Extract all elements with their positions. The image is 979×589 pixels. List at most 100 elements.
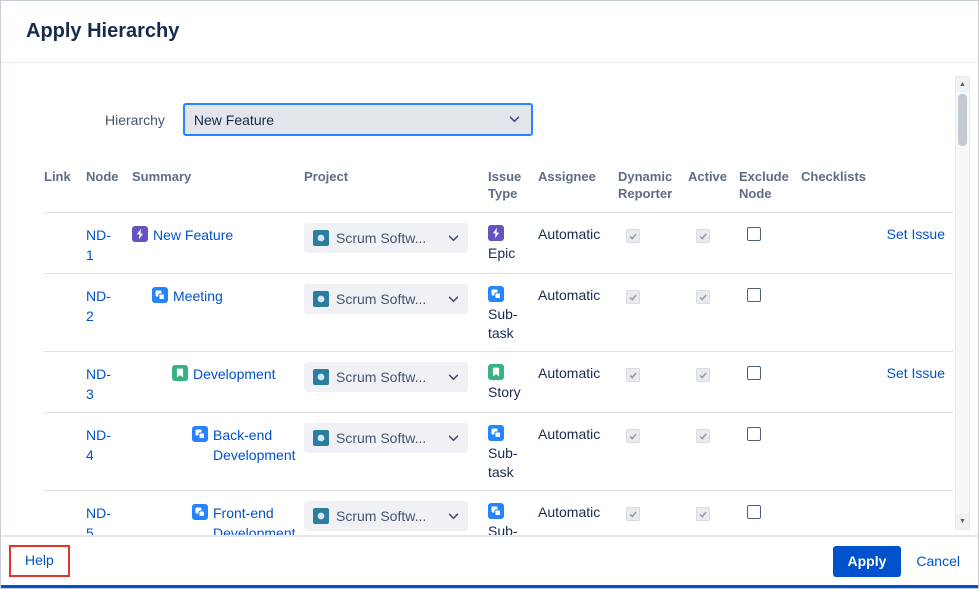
exclude-node-checkbox[interactable] [747, 288, 761, 302]
scrollbar-thumb[interactable] [958, 94, 967, 146]
exclude-node-cell [739, 352, 801, 412]
issue-type-cell: Sub-task [488, 274, 538, 351]
dynamic-reporter-checkbox [626, 229, 640, 243]
story-icon [488, 364, 530, 380]
issue-type-label: Sub-task [488, 305, 530, 343]
summary-cell: Front-end Development [132, 491, 304, 535]
scroll-down-arrow[interactable]: ▼ [956, 514, 969, 529]
summary-link[interactable]: Back-end Development [213, 425, 304, 465]
summary-cell: Back-end Development [132, 413, 304, 490]
active-checkbox [696, 429, 710, 443]
table-row: ND-1 New Feature Scrum Softw... Epic Automat… [44, 212, 953, 273]
node-link[interactable]: ND-1 [86, 225, 116, 265]
checklists-cell: Set Issue [801, 352, 953, 412]
table-row: ND-2 Meeting Scrum Softw... Sub-task Automat… [44, 273, 953, 351]
dialog-footer: Help Apply Cancel [1, 535, 978, 585]
set-issue-link[interactable]: Set Issue [887, 226, 945, 242]
assignee-cell: Automatic [538, 491, 618, 535]
assignee-cell: Automatic [538, 274, 618, 351]
dynamic-reporter-cell [618, 352, 688, 412]
table-row: ND-4Back-end DevelopmentScrum Softw...Su… [44, 412, 953, 490]
summary-link[interactable]: Front-end Development [213, 503, 304, 535]
active-checkbox [696, 507, 710, 521]
issue-type-label: Epic [488, 244, 530, 263]
epic-icon [488, 225, 530, 241]
footer-actions: Apply Cancel [833, 546, 960, 577]
link-cell [44, 413, 86, 490]
vertical-scrollbar[interactable]: ▲ ▼ [955, 76, 970, 530]
col-header-summary: Summary [132, 168, 304, 202]
exclude-node-checkbox[interactable] [747, 227, 761, 241]
cancel-link[interactable]: Cancel [916, 553, 960, 569]
subtask-icon [192, 504, 208, 520]
epic-icon [132, 226, 148, 242]
link-cell [44, 274, 86, 351]
col-header-checklists: Checklists [801, 168, 953, 202]
table-row: ND-3 Development Scrum Softw... Story Automa… [44, 351, 953, 412]
project-select[interactable]: Scrum Softw... [304, 223, 468, 253]
exclude-node-checkbox[interactable] [747, 427, 761, 441]
help-link[interactable]: Help [25, 552, 54, 568]
summary-link[interactable]: Meeting [173, 286, 223, 306]
active-checkbox [696, 229, 710, 243]
node-link[interactable]: ND-2 [86, 286, 116, 326]
scroll-up-arrow[interactable]: ▲ [956, 77, 969, 92]
checklists-cell [801, 413, 953, 490]
exclude-node-cell [739, 413, 801, 490]
table-body: ND-1 New Feature Scrum Softw... Epic Automat… [44, 212, 953, 535]
assignee-value: Automatic [538, 287, 600, 303]
exclude-node-checkbox[interactable] [747, 366, 761, 380]
project-select[interactable]: Scrum Softw... [304, 362, 468, 392]
exclude-node-cell [739, 213, 801, 273]
summary-link[interactable]: Development [193, 364, 276, 384]
summary-link[interactable]: New Feature [153, 225, 233, 245]
story-icon [172, 365, 188, 381]
col-header-active: Active [688, 168, 739, 202]
table-header-row: Link Node Summary Project Issue Type Ass… [44, 168, 953, 212]
active-cell [688, 491, 739, 535]
dynamic-reporter-checkbox [626, 290, 640, 304]
summary-cell: Development [132, 352, 304, 412]
help-highlight-box: Help [9, 545, 70, 577]
col-header-issue-type: Issue Type [488, 168, 538, 202]
link-cell [44, 491, 86, 535]
project-icon [313, 230, 329, 246]
node-link[interactable]: ND-5 [86, 503, 116, 535]
node-cell: ND-1 [86, 213, 132, 273]
node-link[interactable]: ND-4 [86, 425, 116, 465]
project-icon [313, 291, 329, 307]
active-cell [688, 352, 739, 412]
assignee-cell: Automatic [538, 413, 618, 490]
hierarchy-select[interactable]: New Feature [183, 103, 533, 136]
issue-type-label: Sub-task [488, 522, 530, 535]
table-row: ND-5 Front-end DevelopmentScrum Softw... S… [44, 490, 953, 535]
assignee-value: Automatic [538, 226, 600, 242]
set-issue-link[interactable]: Set Issue [887, 365, 945, 381]
checklists-cell: Set Issue [801, 213, 953, 273]
issue-type-cell: Story [488, 352, 538, 412]
summary-cell: New Feature [132, 213, 304, 273]
issue-type-label: Story [488, 383, 530, 402]
project-select[interactable]: Scrum Softw... [304, 284, 468, 314]
project-cell: Scrum Softw... [304, 413, 488, 490]
dynamic-reporter-cell [618, 413, 688, 490]
apply-button[interactable]: Apply [833, 546, 902, 577]
exclude-node-checkbox[interactable] [747, 505, 761, 519]
node-link[interactable]: ND-3 [86, 364, 116, 404]
col-header-exclude-node: Exclude Node [739, 168, 801, 202]
chevron-down-icon [448, 235, 459, 242]
project-select[interactable]: Scrum Softw... [304, 423, 468, 453]
checklists-cell [801, 491, 953, 535]
assignee-value: Automatic [538, 365, 600, 381]
node-cell: ND-3 [86, 352, 132, 412]
col-header-assignee: Assignee [538, 168, 618, 202]
assignee-value: Automatic [538, 504, 600, 520]
project-cell: Scrum Softw... [304, 213, 488, 273]
exclude-node-cell [739, 274, 801, 351]
chevron-down-icon [448, 374, 459, 381]
dialog-header: Apply Hierarchy [1, 1, 978, 63]
project-cell: Scrum Softw... [304, 491, 488, 535]
project-select[interactable]: Scrum Softw... [304, 501, 468, 531]
col-header-node: Node [86, 168, 132, 202]
col-header-project: Project [304, 168, 488, 202]
